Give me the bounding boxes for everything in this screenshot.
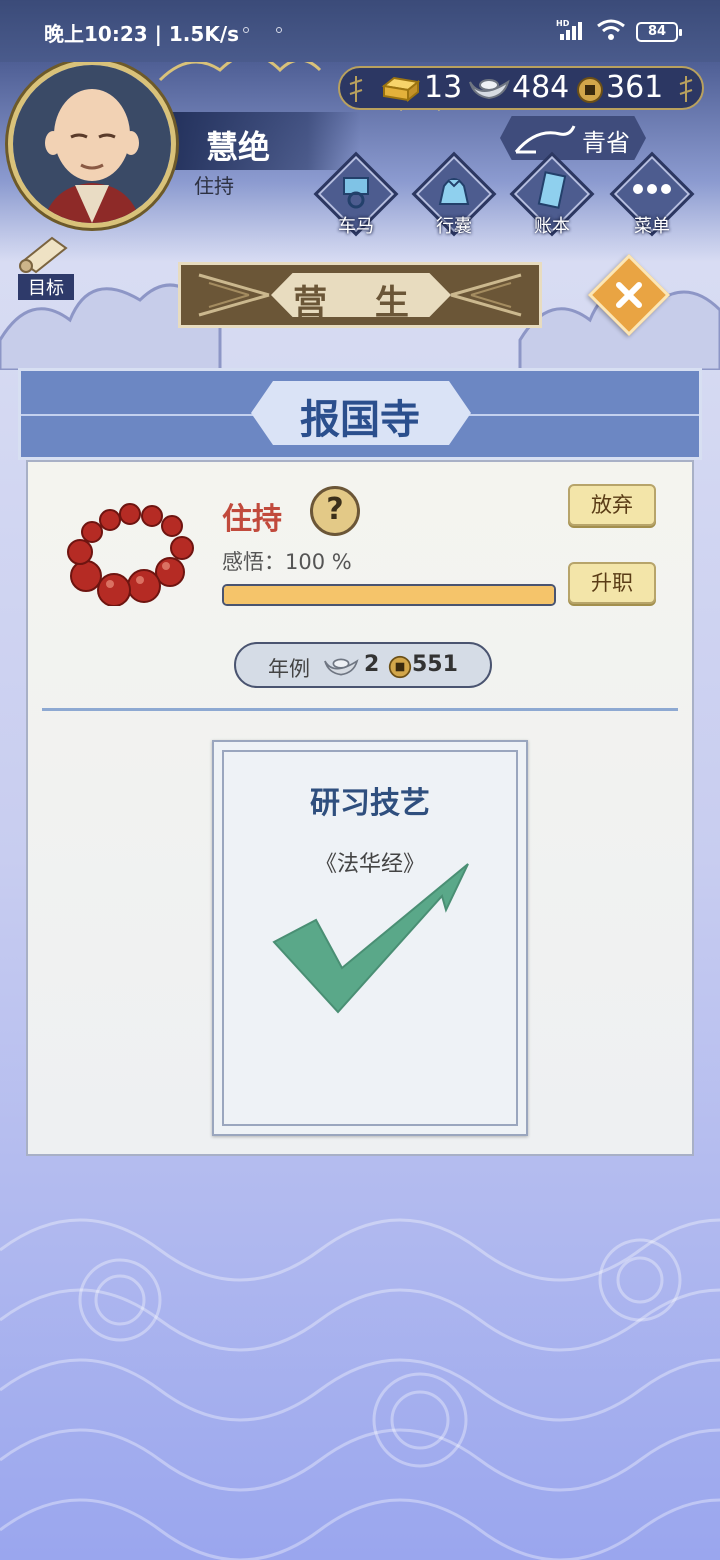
help-button[interactable]: ? bbox=[310, 486, 360, 536]
scroll-icon bbox=[19, 236, 68, 274]
menu-label: 菜单 bbox=[634, 216, 670, 237]
annual-salary: 年例 2 551 bbox=[234, 642, 492, 688]
menu-label: 行囊 bbox=[436, 216, 472, 237]
player-avatar[interactable] bbox=[8, 60, 176, 228]
monk-portrait-icon bbox=[13, 65, 171, 223]
silver-count: 484 bbox=[512, 70, 570, 105]
salary-label: 年例 bbox=[268, 657, 310, 681]
section-divider bbox=[42, 708, 678, 711]
menu-button-more[interactable]: 菜单 bbox=[609, 151, 695, 244]
prayer-beads-icon bbox=[67, 503, 194, 606]
checkmark-icon bbox=[272, 863, 469, 1014]
wifi-icon bbox=[597, 19, 625, 40]
bag-icon bbox=[438, 178, 470, 205]
status-time: 晚上10:23 | 1.5K/s bbox=[44, 22, 240, 46]
copper-coin-icon bbox=[388, 655, 412, 679]
panel-header: 报国寺 bbox=[18, 368, 702, 460]
gold-count: 13 bbox=[424, 70, 463, 105]
currency-bar: 13 484 361 bbox=[338, 66, 704, 110]
notification-dot-icon bbox=[276, 27, 282, 33]
signal-icon: HD bbox=[556, 19, 582, 40]
ledger-icon bbox=[537, 171, 567, 209]
silver-ingot-icon bbox=[324, 658, 359, 676]
close-icon[interactable] bbox=[606, 272, 652, 318]
whisk-icon bbox=[514, 125, 576, 154]
section-banner: 营 生 bbox=[178, 262, 542, 328]
job-role: 住持 bbox=[222, 502, 282, 537]
promote-button[interactable]: 升职 bbox=[568, 562, 656, 604]
menu-button-carriage[interactable]: 车马 bbox=[313, 151, 399, 244]
more-icon bbox=[633, 184, 671, 194]
panel-body: 住持 ? 感悟：100 % 放弃 升职 年例 2 551 研习技艺 《法华经》 bbox=[26, 460, 694, 1156]
skill-study-card[interactable]: 研习技艺 《法华经》 bbox=[212, 740, 528, 1136]
menu-button-ledger[interactable]: 账本 bbox=[509, 151, 595, 244]
menu-button-bag[interactable]: 行囊 bbox=[411, 151, 497, 244]
svg-text:HD: HD bbox=[556, 19, 570, 28]
battery-indicator: 84 bbox=[636, 22, 682, 42]
salary-copper: 551 bbox=[412, 652, 458, 677]
status-bar: 晚上10:23 | 1.5K/s HD 84 bbox=[0, 0, 720, 62]
bamboo-icon bbox=[349, 76, 363, 102]
progress-fill bbox=[224, 586, 554, 604]
bamboo-icon bbox=[679, 76, 693, 102]
notification-dot-icon bbox=[243, 27, 249, 33]
player-title: 住持 bbox=[194, 174, 234, 198]
goal-button[interactable]: 目标 bbox=[8, 232, 88, 300]
insight-text: 感悟：100 % bbox=[222, 550, 352, 574]
silver-ingot-icon bbox=[469, 79, 510, 100]
abandon-button[interactable]: 放弃 bbox=[568, 484, 656, 526]
job-panel: 报国寺 住持 ? 感悟：100 % 放弃 升职 年例 2 551 研习技艺 《法… bbox=[18, 368, 702, 1162]
goal-label: 目标 bbox=[18, 274, 74, 300]
salary-silver: 2 bbox=[364, 652, 380, 677]
card-title: 研习技艺 bbox=[310, 786, 430, 821]
place-name: 报国寺 bbox=[300, 397, 420, 443]
rank-label: 青省 bbox=[582, 129, 630, 157]
player-name: 慧绝 bbox=[206, 128, 271, 166]
rank-badge[interactable]: 青省 bbox=[500, 116, 646, 160]
menu-label: 车马 bbox=[338, 216, 374, 237]
gold-ingot-icon bbox=[381, 76, 420, 102]
copper-count: 361 bbox=[606, 70, 664, 105]
insight-progress-bar bbox=[222, 584, 556, 606]
section-title: 营 生 bbox=[293, 283, 427, 323]
carriage-icon bbox=[343, 177, 369, 209]
menu-label: 账本 bbox=[534, 216, 570, 237]
copper-coin-icon bbox=[577, 77, 603, 103]
